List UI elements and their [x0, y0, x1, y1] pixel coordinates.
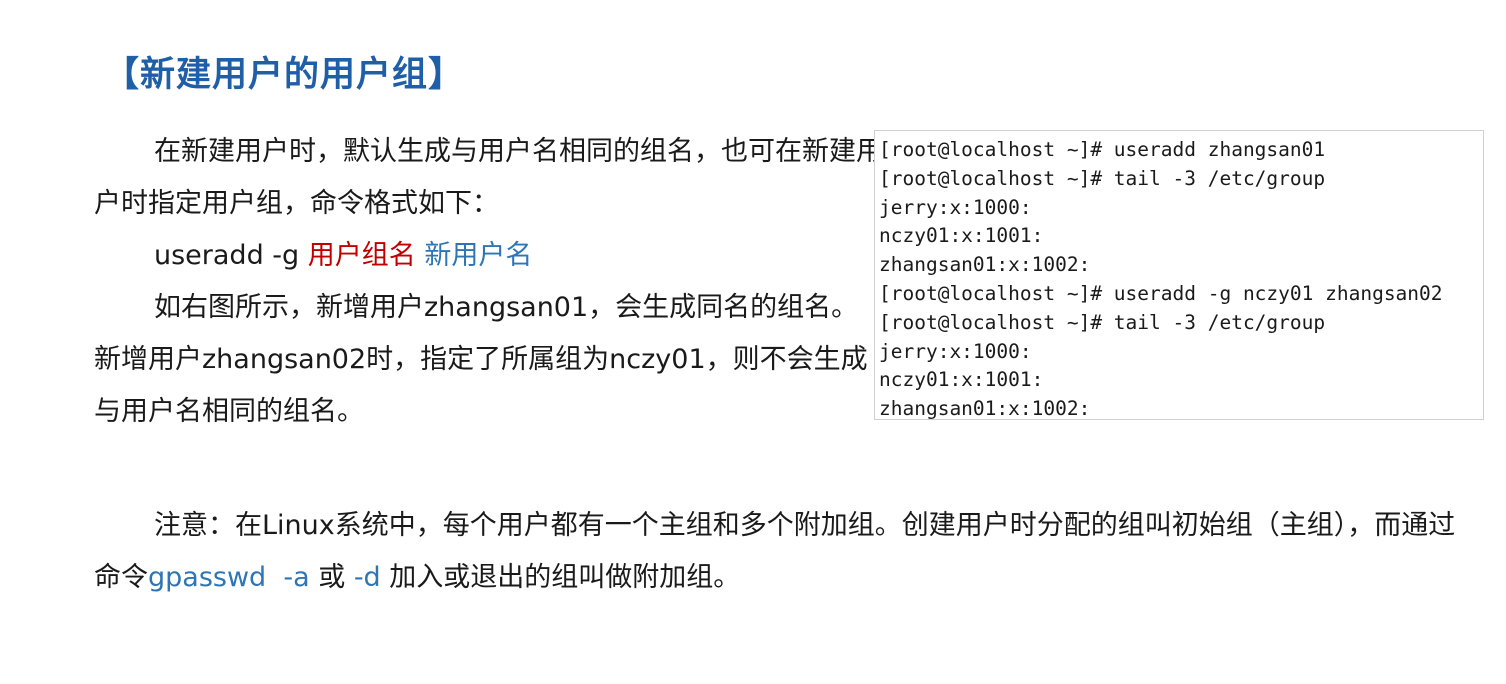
gpasswd-delete-option: -d	[353, 562, 381, 593]
note-text: 注意：在Linux系统中，每个用户都有一个主组和多个附加组。创建用户时分配的组叫…	[94, 500, 1464, 604]
terminal-line: jerry:x:1000:	[879, 339, 1032, 363]
terminal-line: [root@localhost ~]# useradd zhangsan01	[879, 138, 1326, 161]
note-section: 注意：在Linux系统中，每个用户都有一个主组和多个附加组。创建用户时分配的组叫…	[94, 500, 1464, 604]
terminal-line: [root@localhost ~]# tail -3 /etc/group	[879, 310, 1326, 334]
group-name-placeholder: 用户组名	[307, 240, 416, 271]
terminal-line: nczy01:x:1001:	[879, 368, 1044, 392]
intro-text: 在新建用户时，默认生成与用户名相同的组名，也可在新建用户时指定用户组，命令格式如…	[94, 136, 883, 219]
note-part2: 加入或退出的组叫做附加组。	[380, 562, 741, 593]
command-prefix: useradd -g	[154, 240, 308, 271]
command-format: useradd -g 用户组名 新用户名	[94, 230, 884, 282]
user-name-placeholder: 新用户名	[424, 240, 533, 271]
terminal-line: nczy01:x:1001:	[879, 224, 1044, 248]
terminal-line: zhangsan01:x:1002:	[879, 397, 1091, 420]
terminal-line: jerry:x:1000:	[879, 195, 1032, 219]
terminal-screenshot: [root@localhost ~]# useradd zhangsan01 […	[874, 130, 1484, 420]
intro-section: 在新建用户时，默认生成与用户名相同的组名，也可在新建用户时指定用户组，命令格式如…	[94, 126, 884, 438]
page-title: 【新建用户的用户组】	[104, 55, 465, 95]
terminal-line: [root@localhost ~]# tail -3 /etc/group	[879, 166, 1326, 190]
gpasswd-add-option: gpasswd -a	[148, 562, 310, 593]
terminal-line: [root@localhost ~]# useradd -g nczy01 zh…	[879, 281, 1443, 305]
terminal-line: zhangsan01:x:1002:	[879, 253, 1091, 277]
example-explanation: 如右图所示，新增用户zhangsan01，会生成同名的组名。新增用户zhangs…	[94, 292, 868, 427]
note-or: 或	[309, 562, 354, 593]
